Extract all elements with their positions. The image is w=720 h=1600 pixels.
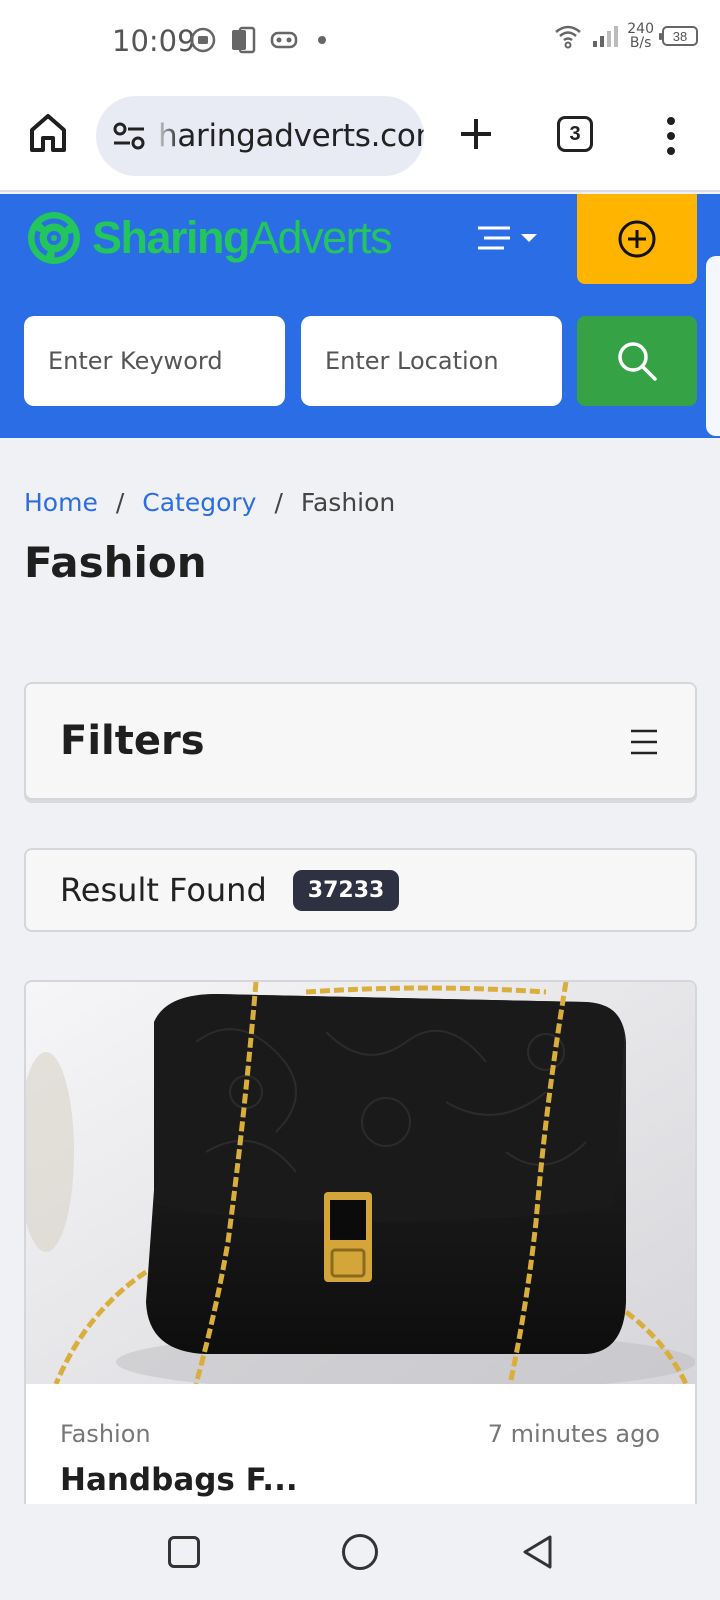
filters-title: Filters	[60, 718, 205, 764]
logo-text-sharing: Sharing	[92, 212, 251, 263]
screen-record-icon	[190, 27, 216, 53]
tab-switcher-button[interactable]: 3	[557, 116, 593, 152]
status-bar: 10:09 240 B/s 38	[0, 0, 720, 82]
home-icon	[30, 114, 66, 152]
breadcrumb-category[interactable]: Category	[142, 488, 256, 517]
post-ad-button[interactable]	[577, 194, 697, 284]
results-summary: Result Found 37233	[24, 848, 697, 932]
logo-mark-icon	[28, 212, 80, 264]
listing-card[interactable]: Fashion 7 minutes ago Handbags F...	[24, 980, 697, 1520]
browser-toolbar: haringadverts.com 3	[0, 82, 720, 192]
add-circle-icon	[618, 220, 656, 258]
logo-text-adverts: Adverts	[249, 212, 393, 263]
site-header: SharingAdverts	[0, 194, 720, 438]
breadcrumb-home[interactable]: Home	[24, 488, 98, 517]
signal-icon	[591, 24, 619, 48]
listing-category[interactable]: Fashion	[60, 1420, 151, 1448]
back-button[interactable]	[520, 1534, 556, 1570]
filters-panel[interactable]: Filters	[24, 682, 697, 800]
battery-icon: 38	[659, 26, 698, 46]
site-menu-button[interactable]	[476, 220, 546, 256]
new-tab-button[interactable]	[458, 116, 494, 152]
logo-text: SharingAdverts	[92, 212, 393, 264]
back-triangle-icon	[523, 1535, 552, 1569]
handbag-photo	[26, 982, 695, 1384]
site-logo[interactable]: SharingAdverts	[26, 200, 393, 276]
wifi-icon	[553, 23, 583, 49]
status-time: 10:09	[112, 24, 196, 58]
plus-icon	[461, 119, 491, 149]
site-settings-icon[interactable]	[112, 122, 150, 155]
home-nav-button[interactable]	[342, 1534, 378, 1570]
network-speed-unit: B/s	[629, 35, 652, 51]
breadcrumb-current: Fashion	[300, 488, 396, 517]
caret-down-icon	[521, 234, 537, 242]
listing-title[interactable]: Handbags F...	[60, 1462, 298, 1498]
address-bar[interactable]: haringadverts.com	[96, 96, 424, 176]
home-button[interactable]	[28, 112, 68, 154]
menu-lines-icon	[478, 226, 510, 250]
notification-dot-icon	[312, 30, 332, 50]
office-app-icon	[230, 26, 256, 54]
listing-image[interactable]	[26, 982, 695, 1384]
url-fade	[154, 96, 180, 176]
battery-level: 38	[672, 28, 688, 44]
listing-meta: Fashion 7 minutes ago	[60, 1420, 660, 1448]
side-drawer-handle[interactable]	[706, 256, 720, 436]
status-system-icons: 240 B/s 38	[553, 22, 698, 50]
breadcrumb-separator: /	[115, 488, 125, 517]
status-notification-icons	[190, 26, 332, 54]
recents-button[interactable]	[168, 1536, 200, 1568]
results-label: Result Found	[60, 871, 267, 909]
gamepad-icon	[270, 30, 298, 50]
network-speed: 240 B/s	[627, 22, 654, 50]
breadcrumb-separator: /	[274, 488, 283, 517]
listing-time: 7 minutes ago	[487, 1420, 660, 1448]
url-text[interactable]: haringadverts.com	[158, 118, 424, 154]
search-icon	[618, 342, 657, 381]
filters-toggle-icon[interactable]	[629, 728, 659, 756]
search-button[interactable]	[577, 316, 697, 406]
keyword-input[interactable]	[24, 316, 285, 406]
results-count-badge: 37233	[292, 869, 400, 911]
browser-menu-button[interactable]	[660, 116, 682, 156]
page-title: Fashion	[24, 538, 207, 587]
breadcrumb: Home / Category / Fashion	[24, 488, 395, 517]
more-vertical-icon	[667, 117, 675, 155]
location-input[interactable]	[301, 316, 562, 406]
system-nav-bar	[0, 1504, 720, 1600]
